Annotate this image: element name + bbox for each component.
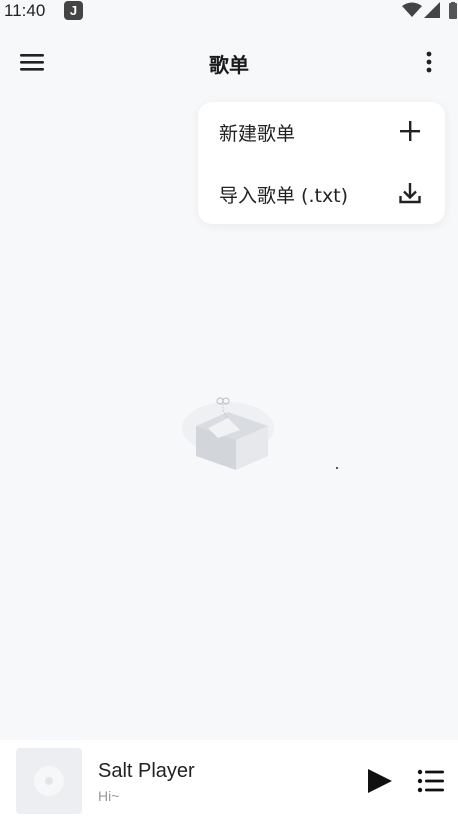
cellular-signal-icon (424, 2, 440, 18)
app-notification-icon: J (64, 1, 83, 20)
track-title: Salt Player (98, 760, 195, 782)
menu-item-import-playlist[interactable]: 导入歌单 (.txt) (198, 164, 445, 222)
more-options-button[interactable] (414, 46, 444, 78)
menu-item-new-playlist[interactable]: 新建歌单 (198, 102, 445, 160)
status-time: 11:40 (4, 1, 46, 20)
battery-icon (449, 2, 457, 19)
queue-button[interactable] (416, 768, 446, 794)
empty-box-illustration (182, 397, 274, 470)
play-icon (368, 769, 392, 793)
play-button[interactable] (364, 766, 396, 796)
more-vertical-icon (426, 51, 432, 73)
plus-icon (400, 121, 420, 141)
queue-list-icon (417, 769, 444, 793)
download-icon (399, 183, 421, 204)
page-title: 歌单 (209, 53, 249, 77)
decorative-dot (336, 467, 338, 469)
album-cover[interactable] (16, 748, 82, 814)
track-subtitle: Hi~ (98, 788, 120, 804)
wifi-icon (402, 2, 422, 17)
mini-player[interactable]: Salt Player Hi~ (0, 740, 458, 820)
menu-item-label: 新建歌单 (219, 123, 296, 145)
menu-item-label: 导入歌单 (.txt) (219, 185, 349, 207)
status-bar: 11:40 J (0, 0, 458, 24)
disc-icon (34, 766, 64, 796)
overflow-menu: 新建歌单 导入歌单 (.txt) (198, 102, 445, 224)
app-bar: 歌单 (0, 36, 458, 88)
